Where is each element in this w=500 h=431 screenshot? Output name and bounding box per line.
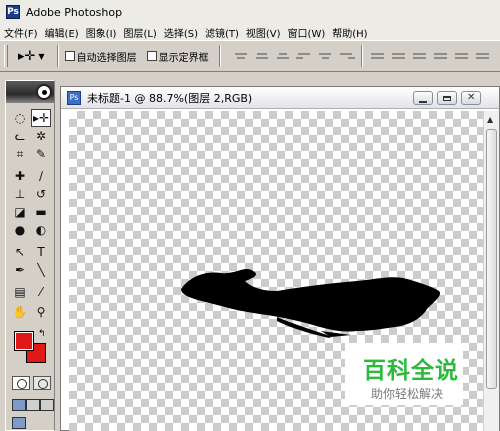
chevron-down-icon: ▼	[38, 51, 45, 61]
standard-mode-icon[interactable]	[12, 376, 30, 390]
layer-silhouette-image	[181, 269, 441, 338]
line-tool-icon[interactable]: ╲	[31, 261, 51, 279]
slice-tool-icon[interactable]: ✎	[31, 145, 51, 163]
distribute-left-icon[interactable]	[432, 48, 449, 64]
show-bounding-box-checkbox[interactable]: 显示定界框	[146, 49, 209, 64]
minimize-icon	[419, 96, 427, 103]
eyedropper-tool-icon[interactable]: ⁄	[31, 283, 51, 301]
watermark-subtitle: 助你轻松解决	[371, 387, 444, 401]
menu-edit[interactable]: 编辑(E)	[45, 25, 79, 40]
menu-layer[interactable]: 图层(L)	[123, 25, 156, 40]
options-bar-grip[interactable]	[4, 45, 8, 67]
scrollbar-thumb[interactable]	[486, 129, 497, 389]
auto-select-layer-label: 自动选择图层	[76, 52, 137, 64]
blur-tool-icon[interactable]: ●	[10, 221, 30, 239]
menu-bar: 文件(F) 编辑(E) 图象(I) 图层(L) 选择(S) 滤镜(T) 视图(V…	[0, 24, 500, 40]
swap-colors-icon[interactable]: ↰	[38, 329, 46, 339]
align-top-icon[interactable]	[233, 48, 250, 64]
adobe-eye-icon[interactable]	[36, 84, 52, 100]
zoom-tool-icon[interactable]: ⚲	[31, 303, 51, 321]
auto-select-layer-checkbox[interactable]: 自动选择图层	[64, 49, 137, 64]
minimize-button[interactable]	[413, 91, 433, 105]
options-bar: ▸✛ ▼ 自动选择图层 显示定界框	[0, 40, 500, 72]
photoshop-icon: Ps	[6, 5, 20, 19]
align-right-icon[interactable]	[338, 48, 355, 64]
app-title-bar: Ps Adobe Photoshop	[0, 0, 500, 24]
menu-image[interactable]: 图象(I)	[86, 25, 117, 40]
dodge-tool-icon[interactable]: ◐	[31, 221, 51, 239]
document-icon: Ps	[67, 90, 81, 105]
vertical-scrollbar[interactable]: ▲	[483, 111, 499, 431]
path-selection-tool-icon[interactable]: ↖	[10, 243, 30, 261]
type-tool-icon[interactable]: T	[31, 243, 51, 261]
distribute-buttons	[369, 48, 495, 64]
options-divider	[218, 45, 221, 67]
notes-tool-icon[interactable]: ▤	[10, 283, 30, 301]
tool-preset-picker[interactable]: ▸✛ ▼	[18, 49, 45, 64]
full-screen-menu-mode-icon[interactable]	[26, 399, 40, 411]
hand-tool-icon[interactable]: ✋	[10, 303, 30, 321]
maximize-icon	[443, 96, 451, 101]
gradient-tool-icon[interactable]: ▬	[31, 203, 51, 221]
standard-screen-mode-icon[interactable]	[12, 399, 26, 411]
scroll-up-icon[interactable]: ▲	[487, 115, 493, 124]
lasso-tool-icon[interactable]: ᓚ	[10, 127, 30, 145]
marquee-tool-icon[interactable]: ◌	[10, 109, 30, 127]
distribute-vcenter-icon[interactable]	[390, 48, 407, 64]
align-vcenter-icon[interactable]	[254, 48, 271, 64]
eraser-tool-icon[interactable]: ◪	[10, 203, 30, 221]
pen-tool-icon[interactable]: ✒	[10, 261, 30, 279]
foreground-color-swatch[interactable]	[14, 331, 34, 351]
menu-view[interactable]: 视图(V)	[246, 25, 281, 40]
document-title: 未标题-1 @ 88.7%(图层 2,RGB)	[87, 91, 253, 105]
toolbox: ◌ ▸✛ ᓚ ✲ ⌗ ✎ ✚ ∕ ⊥ ↺ ◪ ▬ ● ◐ ↖ T ✒ ╲ ▤ ⁄…	[5, 80, 55, 431]
app-title: Adobe Photoshop	[26, 5, 123, 19]
menu-filter[interactable]: 滤镜(T)	[205, 25, 239, 40]
move-tool-icon[interactable]: ▸✛	[31, 109, 51, 127]
document-title-bar[interactable]: Ps 未标题-1 @ 88.7%(图层 2,RGB) ✕	[61, 87, 499, 109]
align-bottom-icon[interactable]	[275, 48, 292, 64]
menu-file[interactable]: 文件(F)	[4, 25, 38, 40]
distribute-top-icon[interactable]	[369, 48, 386, 64]
menu-select[interactable]: 选择(S)	[164, 25, 198, 40]
options-divider	[56, 45, 59, 67]
maximize-button[interactable]	[437, 91, 457, 105]
show-bounding-box-label: 显示定界框	[158, 52, 209, 64]
clone-stamp-tool-icon[interactable]: ⊥	[10, 185, 30, 203]
close-icon: ✕	[467, 92, 476, 103]
checkbox-box[interactable]	[146, 51, 157, 61]
watermark-title: 百科全说	[363, 358, 459, 384]
align-buttons	[233, 48, 359, 64]
distribute-bottom-icon[interactable]	[411, 48, 428, 64]
move-tool-icon: ▸✛	[18, 48, 36, 64]
distribute-right-icon[interactable]	[474, 48, 491, 64]
options-divider	[360, 45, 363, 67]
menu-window[interactable]: 窗口(W)	[288, 25, 326, 40]
quick-mask-mode-icon[interactable]	[33, 376, 51, 390]
magic-wand-tool-icon[interactable]: ✲	[31, 127, 51, 145]
checkbox-box[interactable]	[64, 51, 75, 61]
align-hcenter-icon[interactable]	[317, 48, 334, 64]
history-brush-tool-icon[interactable]: ↺	[31, 185, 51, 203]
jump-to-imageready-icon[interactable]	[12, 417, 26, 429]
distribute-hcenter-icon[interactable]	[453, 48, 470, 64]
brush-tool-icon[interactable]: ∕	[31, 167, 51, 185]
crop-tool-icon[interactable]: ⌗	[10, 145, 30, 163]
healing-brush-tool-icon[interactable]: ✚	[10, 167, 30, 185]
menu-help[interactable]: 帮助(H)	[332, 25, 367, 40]
watermark: 百科全说 助你轻松解决	[345, 343, 463, 405]
align-left-icon[interactable]	[295, 48, 313, 64]
toolbox-header[interactable]	[6, 81, 54, 103]
close-button[interactable]: ✕	[461, 91, 481, 105]
full-screen-mode-icon[interactable]	[40, 399, 54, 411]
